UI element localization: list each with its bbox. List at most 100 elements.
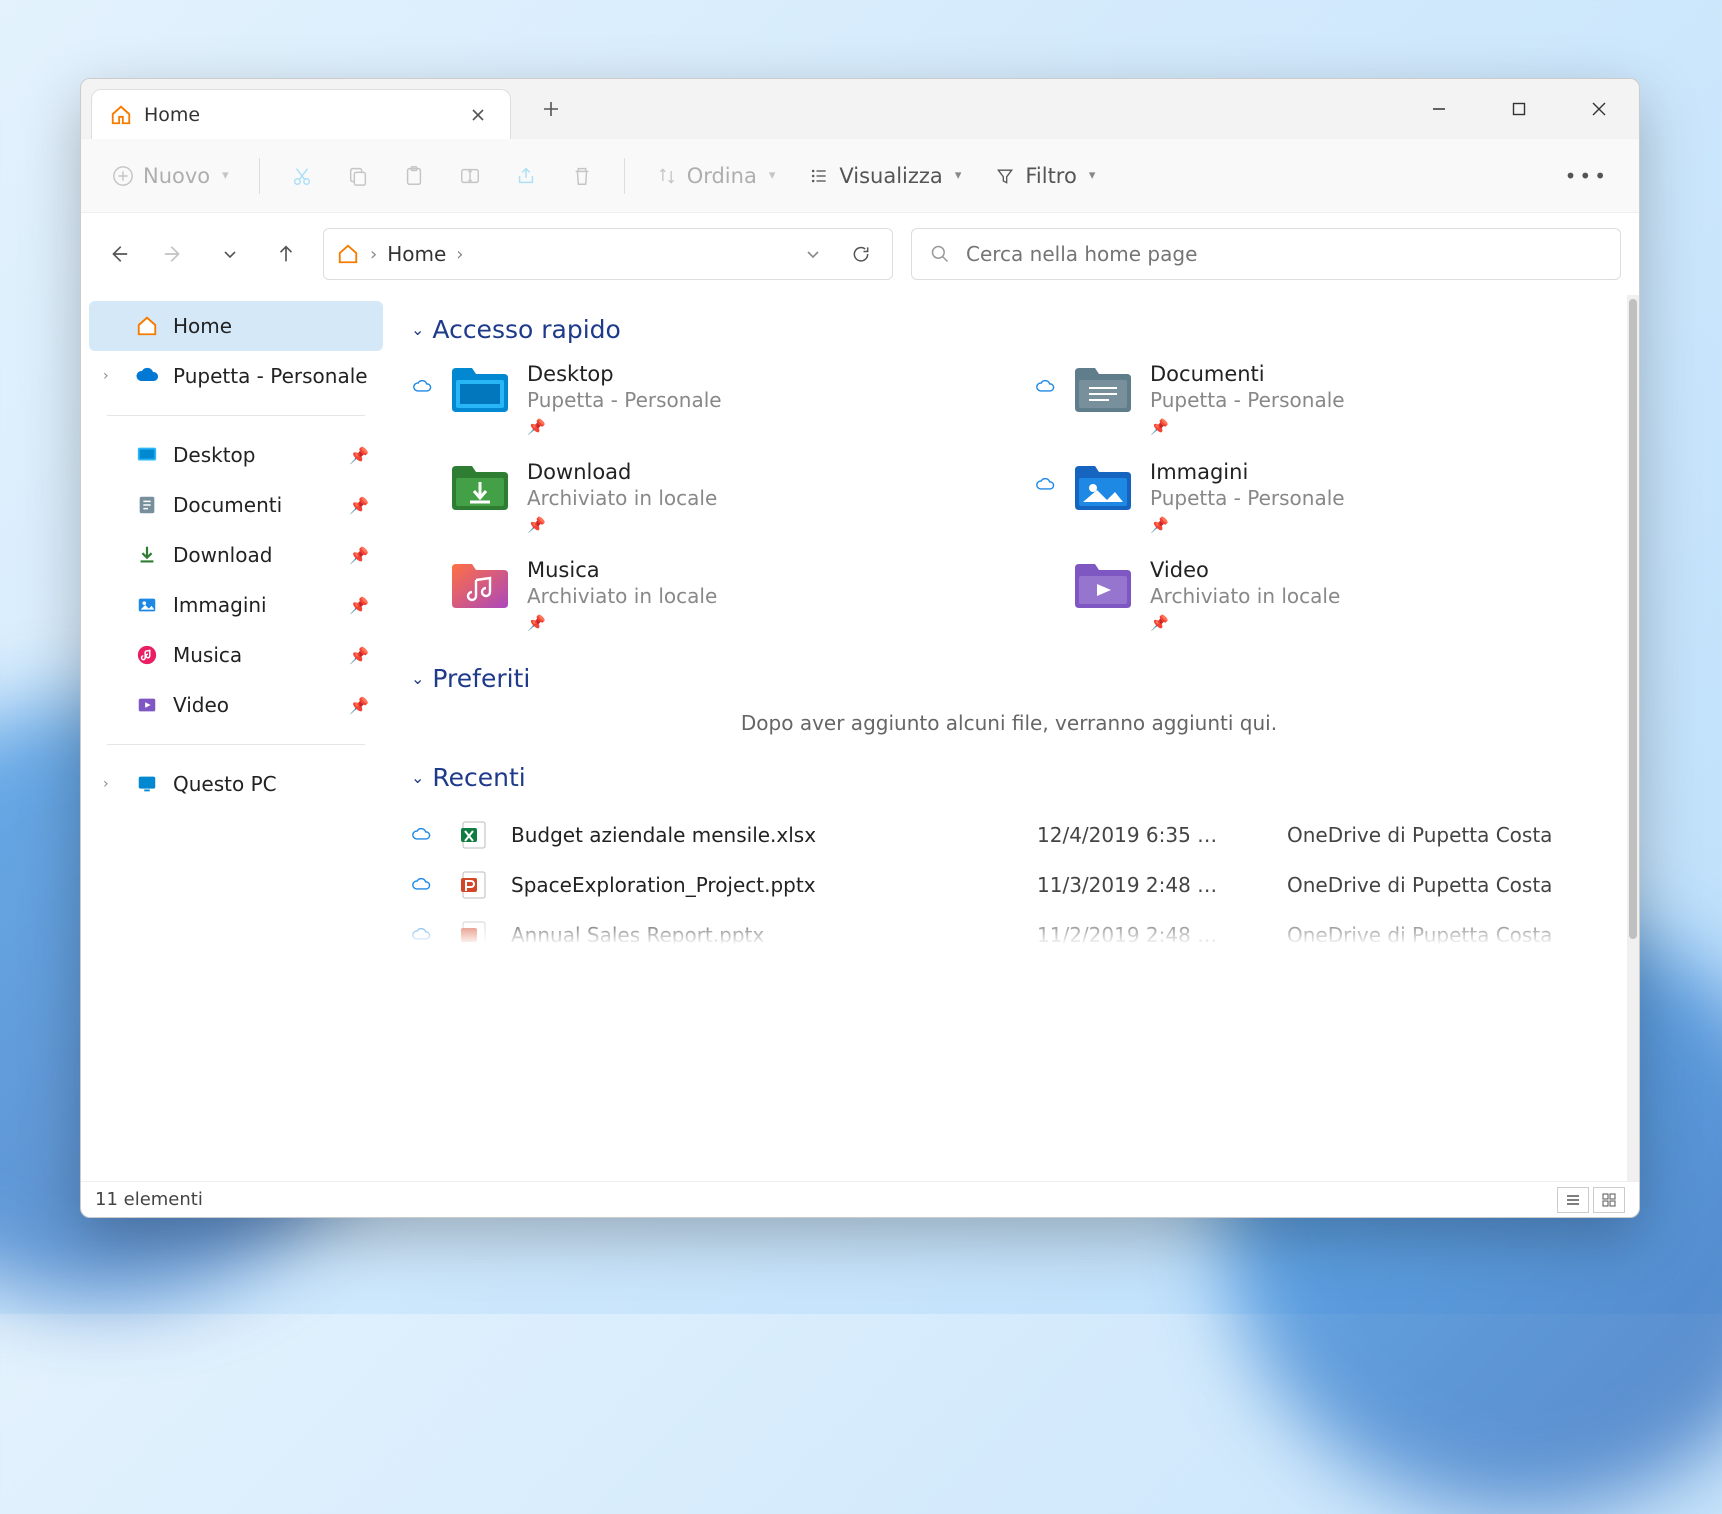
- rename-button[interactable]: [446, 156, 494, 196]
- paste-icon: [402, 164, 426, 188]
- address-bar[interactable]: › Home ›: [323, 228, 893, 280]
- qa-item-name: Immagini: [1150, 460, 1345, 484]
- status-item-count: 11 elementi: [95, 1189, 203, 1210]
- pin-icon: 📌: [349, 696, 369, 715]
- new-tab-button[interactable]: [531, 89, 571, 129]
- qa-item-documents[interactable]: Documenti Pupetta - Personale 📌: [1034, 362, 1607, 436]
- pin-icon: 📌: [527, 516, 717, 534]
- sidebar-item-thispc[interactable]: › Questo PC: [89, 759, 383, 809]
- expand-icon[interactable]: ›: [103, 368, 121, 384]
- sidebar-item-label: Documenti: [173, 493, 335, 517]
- cloud-icon: [411, 878, 451, 892]
- more-button[interactable]: •••: [1553, 156, 1621, 196]
- sidebar-item-desktop[interactable]: Desktop 📌: [89, 430, 383, 480]
- qa-item-download[interactable]: Download Archiviato in locale 📌: [411, 460, 984, 534]
- command-toolbar: Nuovo ▾ Ordina▾ Visualizza▾ Filtro▾ •••: [81, 139, 1639, 213]
- sidebar-onedrive-label: Pupetta - Personale: [173, 364, 369, 388]
- expand-icon[interactable]: ›: [103, 776, 121, 792]
- recent-item-location: OneDrive di Pupetta Costa: [1287, 923, 1607, 947]
- details-view-button[interactable]: [1557, 1187, 1589, 1213]
- filter-button[interactable]: Filtro▾: [981, 156, 1107, 196]
- sidebar-item-video[interactable]: Video 📌: [89, 680, 383, 730]
- search-box[interactable]: [911, 228, 1621, 280]
- sidebar-item-onedrive[interactable]: › Pupetta - Personale: [89, 351, 383, 401]
- content-area: Home › Pupetta - Personale Desktop 📌 Doc…: [81, 295, 1639, 1181]
- section-favorites-header[interactable]: ⌄ Preferiti: [411, 664, 1607, 693]
- qa-item-video[interactable]: Video Archiviato in locale 📌: [1034, 558, 1607, 632]
- recent-item[interactable]: Budget aziendale mensile.xlsx 12/4/2019 …: [411, 810, 1607, 860]
- section-favorites-title: Preferiti: [432, 664, 530, 693]
- excel-icon: [461, 820, 501, 850]
- qa-item-music[interactable]: Musica Archiviato in locale 📌: [411, 558, 984, 632]
- pin-icon: 📌: [1150, 516, 1345, 534]
- qa-item-images[interactable]: Immagini Pupetta - Personale 📌: [1034, 460, 1607, 534]
- address-segment[interactable]: Home: [387, 242, 446, 266]
- minimize-button[interactable]: [1399, 79, 1479, 139]
- music-icon: [135, 643, 159, 667]
- section-recent-header[interactable]: ⌄ Recenti: [411, 763, 1607, 792]
- pin-icon: 📌: [349, 596, 369, 615]
- chevron-down-icon: ⌄: [411, 768, 424, 787]
- forward-button[interactable]: [155, 235, 193, 273]
- delete-button[interactable]: [558, 156, 606, 196]
- qa-item-sub: Pupetta - Personale: [1150, 388, 1345, 412]
- sort-icon: [655, 164, 679, 188]
- sidebar-item-documents[interactable]: Documenti 📌: [89, 480, 383, 530]
- folder-documents-icon: [1070, 362, 1136, 418]
- close-button[interactable]: [1559, 79, 1639, 139]
- qa-item-desktop[interactable]: Desktop Pupetta - Personale 📌: [411, 362, 984, 436]
- pin-icon: 📌: [1150, 614, 1340, 632]
- cloud-icon: [411, 928, 451, 942]
- file-explorer-window: Home Nuovo ▾ Ordina▾: [80, 78, 1640, 1218]
- search-input[interactable]: [966, 242, 1604, 266]
- cut-button[interactable]: [278, 156, 326, 196]
- scrollbar[interactable]: [1627, 295, 1639, 1181]
- sidebar-item-download[interactable]: Download 📌: [89, 530, 383, 580]
- recent-list: Budget aziendale mensile.xlsx 12/4/2019 …: [411, 810, 1607, 960]
- recent-locations-button[interactable]: [211, 235, 249, 273]
- new-label: Nuovo: [143, 164, 210, 188]
- images-icon: [135, 593, 159, 617]
- pin-icon: 📌: [527, 418, 722, 436]
- up-button[interactable]: [267, 235, 305, 273]
- recent-item[interactable]: Annual Sales Report.pptx 11/2/2019 2:48 …: [411, 910, 1607, 960]
- thumbnails-view-button[interactable]: [1593, 1187, 1625, 1213]
- maximize-button[interactable]: [1479, 79, 1559, 139]
- pin-icon: 📌: [349, 446, 369, 465]
- recent-item-name: SpaceExploration_Project.pptx: [511, 873, 1027, 897]
- home-icon: [110, 104, 132, 126]
- sidebar-item-label: Musica: [173, 643, 335, 667]
- sidebar-item-images[interactable]: Immagini 📌: [89, 580, 383, 630]
- qa-item-sub: Archiviato in locale: [527, 486, 717, 510]
- sidebar-item-music[interactable]: Musica 📌: [89, 630, 383, 680]
- tab-close-button[interactable]: [464, 101, 492, 129]
- favorites-empty-text: Dopo aver aggiunto alcuni file, verranno…: [411, 711, 1607, 735]
- address-dropdown-button[interactable]: [794, 235, 832, 273]
- section-quick-access-header[interactable]: ⌄ Accesso rapido: [411, 315, 1607, 344]
- recent-item-name: Annual Sales Report.pptx: [511, 923, 1027, 947]
- qa-item-sub: Archiviato in locale: [1150, 584, 1340, 608]
- copy-button[interactable]: [334, 156, 382, 196]
- section-recent-title: Recenti: [432, 763, 525, 792]
- back-button[interactable]: [99, 235, 137, 273]
- view-button[interactable]: Visualizza▾: [795, 156, 973, 196]
- chevron-down-icon: ⌄: [411, 320, 424, 339]
- paste-button[interactable]: [390, 156, 438, 196]
- sort-button[interactable]: Ordina▾: [643, 156, 788, 196]
- folder-images-icon: [1070, 460, 1136, 516]
- filter-label: Filtro: [1025, 164, 1076, 188]
- sidebar-item-home[interactable]: Home: [89, 301, 383, 351]
- pin-icon: 📌: [349, 646, 369, 665]
- recent-item[interactable]: SpaceExploration_Project.pptx 11/3/2019 …: [411, 860, 1607, 910]
- recent-item-location: OneDrive di Pupetta Costa: [1287, 873, 1607, 897]
- rename-icon: [458, 164, 482, 188]
- refresh-button[interactable]: [842, 235, 880, 273]
- share-button[interactable]: [502, 156, 550, 196]
- folder-video-icon: [1070, 558, 1136, 614]
- scroll-thumb[interactable]: [1629, 299, 1637, 939]
- tab-home[interactable]: Home: [91, 89, 511, 139]
- quick-access-grid: Desktop Pupetta - Personale 📌 Documenti …: [411, 362, 1607, 632]
- main-scroll[interactable]: ⌄ Accesso rapido Desktop Pupetta - Perso…: [391, 295, 1627, 1181]
- qa-item-sub: Archiviato in locale: [527, 584, 717, 608]
- new-button[interactable]: Nuovo ▾: [99, 156, 241, 196]
